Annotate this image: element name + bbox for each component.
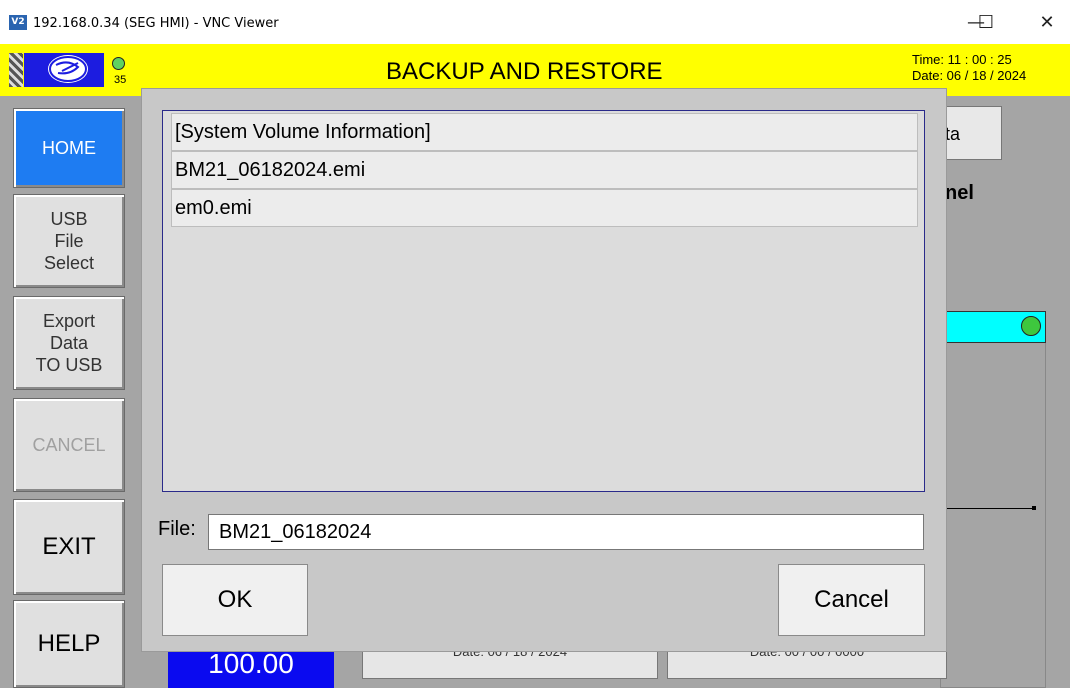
background-panel-title: nel [945, 182, 974, 204]
file-dialog: [System Volume Information] BM21_0618202… [142, 89, 946, 651]
export-data-line3: TO USB [35, 355, 103, 375]
home-button[interactable]: HOME [13, 108, 125, 188]
page-title: BACKUP AND RESTORE [386, 58, 663, 85]
window-title: 192.168.0.34 (SEG HMI) - VNC Viewer [33, 16, 279, 31]
file-label: File: [158, 518, 196, 540]
cancel-button[interactable]: Cancel [778, 564, 925, 636]
close-button[interactable]: ✕ [1024, 6, 1070, 40]
seg-logo [24, 53, 104, 87]
export-data-button[interactable]: Export Data TO USB [13, 296, 125, 390]
list-item[interactable]: em0.emi [171, 189, 918, 227]
vnc-app-icon: V2 [9, 15, 27, 30]
file-name-input[interactable] [208, 514, 924, 550]
background-status-bar [940, 311, 1046, 343]
date-readout: Date: 06 / 18 / 2024 [912, 68, 1027, 83]
exit-button[interactable]: EXIT [13, 499, 125, 595]
maximize-button[interactable]: ☐ [963, 6, 1009, 40]
background-date-field: Date: 06 / 18 / 2024 [362, 649, 658, 679]
window-titlebar: V2 192.168.0.34 (SEG HMI) - VNC Viewer —… [0, 0, 1070, 44]
background-dot [1032, 506, 1036, 510]
background-value-display: 100.00 [168, 649, 334, 688]
clock: Time: 11 : 00 : 25 Date: 06 / 18 / 2024 [912, 52, 1026, 84]
usb-file-select-line3: Select [43, 253, 95, 273]
usb-file-select-line1: USB [50, 209, 88, 229]
hmi-screen: 35 BACKUP AND RESTORE Time: 11 : 00 : 25… [0, 44, 1070, 688]
background-line [944, 508, 1034, 509]
background-panel [940, 343, 1046, 688]
status-number: 35 [114, 74, 127, 86]
logo-emblem [48, 55, 88, 83]
background-date-field: Date: 00 / 00 / 0000 [667, 649, 947, 679]
time-readout: Time: 11 : 00 : 25 [912, 52, 1012, 67]
file-list[interactable]: [System Volume Information] BM21_0618202… [162, 110, 925, 492]
export-data-line1: Export [42, 311, 96, 331]
cancel-side-button[interactable]: CANCEL [13, 398, 125, 492]
usb-file-select-button[interactable]: USB File Select [13, 194, 125, 288]
status-led-icon [1021, 316, 1041, 336]
background-tab[interactable]: ta [938, 106, 1002, 160]
list-item[interactable]: BM21_06182024.emi [171, 151, 918, 189]
status-led-icon [112, 57, 125, 70]
ok-button[interactable]: OK [162, 564, 308, 636]
header-stripe [9, 53, 23, 87]
usb-file-select-line2: File [54, 231, 84, 251]
help-button[interactable]: HELP [13, 600, 125, 688]
list-item[interactable]: [System Volume Information] [171, 113, 918, 151]
export-data-line2: Data [49, 333, 89, 353]
